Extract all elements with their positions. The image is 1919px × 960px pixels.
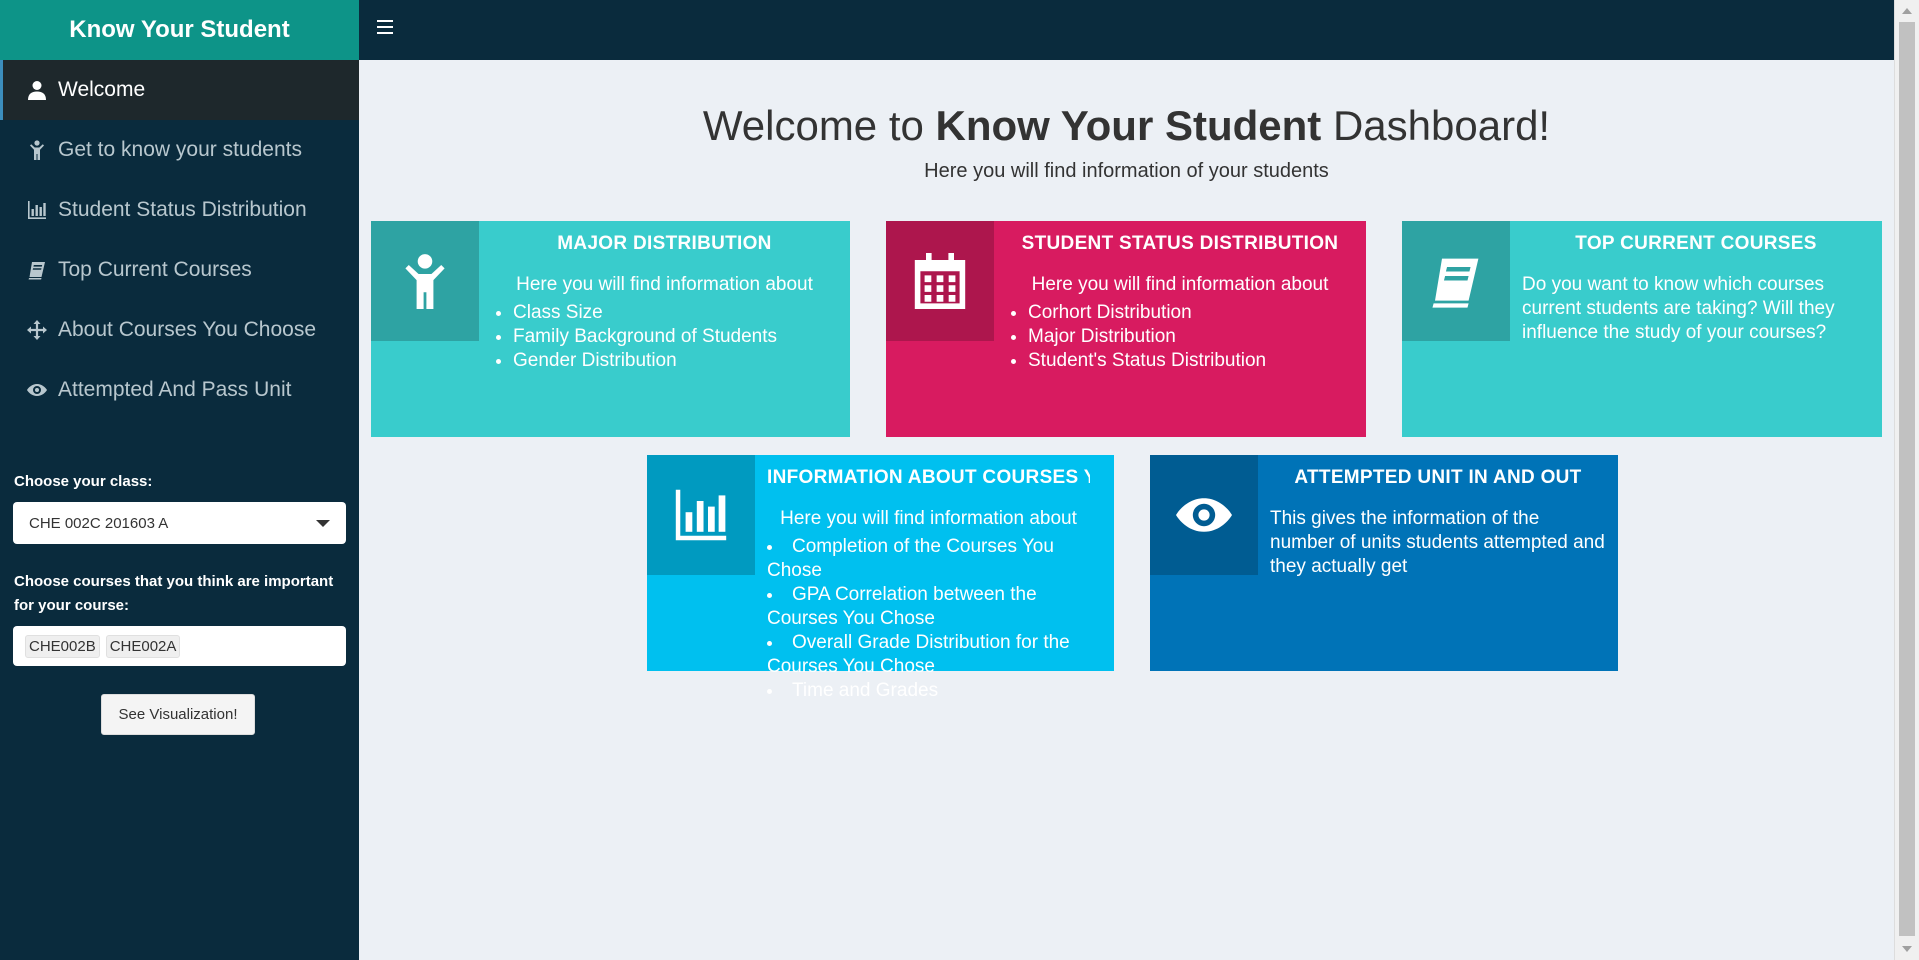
- child-icon: [23, 140, 51, 160]
- title-prefix: Welcome to: [702, 102, 936, 149]
- bar-chart-icon: [647, 455, 755, 575]
- sidebar-item-attempted[interactable]: Attempted And Pass Unit: [0, 360, 359, 420]
- info-box-student-status[interactable]: STUDENT STATUS DISTRIBUTION Here you wil…: [886, 221, 1366, 437]
- info-box-intro: Here you will find information about: [780, 508, 1077, 529]
- courses-select-label: Choose courses that you think are import…: [14, 573, 334, 614]
- app-logo-title[interactable]: Know Your Student: [0, 0, 359, 60]
- page-title: Welcome to Know Your Student Dashboard!: [359, 102, 1894, 150]
- chevron-down-icon: [316, 519, 330, 527]
- info-box-title: ATTEMPTED UNIT IN AND OUT: [1294, 467, 1582, 488]
- list-item: Major Distribution: [1028, 325, 1354, 349]
- class-select-label: Choose your class:: [14, 473, 153, 490]
- info-box-title: MAJOR DISTRIBUTION: [557, 233, 772, 254]
- info-box-attempted-unit[interactable]: ATTEMPTED UNIT IN AND OUT This gives the…: [1150, 455, 1618, 671]
- see-visualization-button[interactable]: See Visualization!: [101, 694, 255, 735]
- info-box-text: This gives the information of the number…: [1270, 508, 1605, 577]
- list-item: Overall Grade Distribution for the Cours…: [767, 631, 1090, 679]
- title-bold: Know Your Student: [935, 102, 1322, 149]
- sidebar-item-get-to-know[interactable]: Get to know your students: [0, 120, 359, 180]
- list-item: Time and Grades: [767, 679, 1090, 703]
- class-select[interactable]: CHE 002C 201603 A: [13, 502, 346, 544]
- page-scrollbar[interactable]: [1894, 0, 1919, 960]
- info-box-title: STUDENT STATUS DISTRIBUTION: [1021, 233, 1339, 254]
- eye-icon: [1150, 455, 1258, 575]
- user-icon: [23, 80, 51, 100]
- menu-toggle-icon[interactable]: [377, 20, 393, 40]
- list-item: Student's Status Distribution: [1028, 349, 1354, 373]
- sidebar-item-label: Get to know your students: [58, 138, 302, 161]
- eye-icon: [23, 380, 51, 400]
- scroll-down-icon[interactable]: [1902, 946, 1912, 952]
- info-box-list: Class Size Family Background of Students…: [491, 301, 838, 373]
- list-item: Corhort Distribution: [1028, 301, 1354, 325]
- sidebar-item-label: Attempted And Pass Unit: [58, 378, 292, 401]
- info-box-title: INFORMATION ABOUT COURSES YOU CHOOSE: [767, 467, 1090, 488]
- list-item: Family Background of Students: [513, 325, 838, 349]
- sidebar-item-label: About Courses You Choose: [58, 318, 317, 341]
- courses-multiselect[interactable]: CHE002B CHE002A: [13, 626, 346, 666]
- sidebar-item-welcome[interactable]: Welcome: [0, 60, 359, 120]
- sidebar: Know Your Student Welcome Get to know yo…: [0, 0, 359, 960]
- course-chip[interactable]: CHE002A: [105, 634, 181, 658]
- list-item: Gender Distribution: [513, 349, 838, 373]
- title-suffix: Dashboard!: [1321, 102, 1551, 149]
- info-box-major-distribution[interactable]: MAJOR DISTRIBUTION Here you will find in…: [371, 221, 850, 437]
- sidebar-item-top-courses[interactable]: Top Current Courses: [0, 240, 359, 300]
- sidebar-item-about-courses[interactable]: About Courses You Choose: [0, 300, 359, 360]
- info-box-list: Corhort Distribution Major Distribution …: [1006, 301, 1354, 373]
- sidebar-item-label: Welcome: [58, 78, 146, 101]
- list-item: Class Size: [513, 301, 838, 325]
- top-navbar: [359, 0, 1894, 60]
- course-chip[interactable]: CHE002B: [25, 634, 100, 658]
- list-item: GPA Correlation between the Courses You …: [767, 583, 1090, 631]
- book-icon: [23, 260, 51, 280]
- bar-chart-icon: [23, 200, 51, 220]
- main-content: Welcome to Know Your Student Dashboard! …: [359, 60, 1894, 960]
- book-icon: [1402, 221, 1510, 341]
- info-box-title: TOP CURRENT COURSES: [1575, 233, 1817, 254]
- info-box-list: Completion of the Courses You Chose GPA …: [767, 535, 1090, 703]
- info-box-text: Do you want to know which courses curren…: [1522, 274, 1835, 343]
- info-box-courses-you-choose[interactable]: INFORMATION ABOUT COURSES YOU CHOOSE Her…: [647, 455, 1114, 701]
- scroll-up-icon[interactable]: [1902, 8, 1912, 14]
- info-box-intro: Here you will find information about: [1031, 274, 1329, 295]
- page-subtitle: Here you will find information of your s…: [924, 160, 1329, 182]
- child-icon: [371, 221, 479, 341]
- sidebar-item-label: Top Current Courses: [58, 258, 252, 281]
- scrollbar-thumb[interactable]: [1899, 22, 1915, 936]
- sidebar-item-student-status[interactable]: Student Status Distribution: [0, 180, 359, 240]
- arrows-icon: [23, 320, 51, 340]
- info-box-top-courses[interactable]: TOP CURRENT COURSES Do you want to know …: [1402, 221, 1882, 437]
- sidebar-item-label: Student Status Distribution: [58, 198, 307, 221]
- info-box-intro: Here you will find information about: [516, 274, 813, 295]
- calendar-icon: [886, 221, 994, 341]
- list-item: Completion of the Courses You Chose: [767, 535, 1090, 583]
- class-select-value: CHE 002C 201603 A: [29, 514, 169, 532]
